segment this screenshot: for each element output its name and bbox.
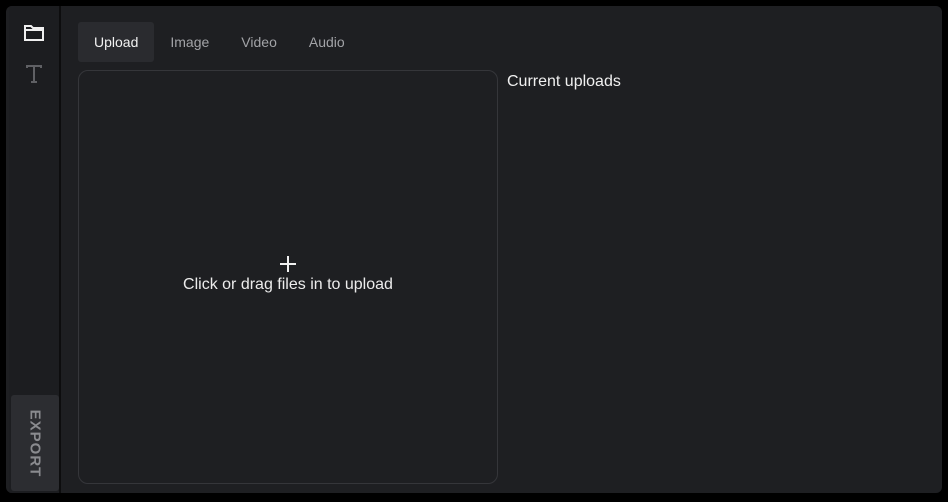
upload-dropzone[interactable]: Click or drag files in to upload: [78, 70, 498, 484]
sidebar: EXPORT: [9, 6, 61, 493]
tab-video[interactable]: Video: [225, 22, 293, 62]
current-uploads-heading: Current uploads: [507, 73, 621, 90]
tab-image[interactable]: Image: [154, 22, 225, 62]
text-icon[interactable]: [22, 62, 46, 86]
dropzone-content: Click or drag files in to upload: [79, 255, 497, 294]
editor-window: EXPORT Upload Image Video Audio Click or…: [6, 6, 942, 493]
export-label: EXPORT: [26, 409, 44, 477]
plus-icon: [280, 256, 296, 272]
tab-audio[interactable]: Audio: [293, 22, 361, 62]
media-tabs: Upload Image Video Audio: [78, 22, 361, 62]
folder-icon[interactable]: [22, 21, 46, 45]
dropzone-text: Click or drag files in to upload: [183, 276, 393, 293]
tab-upload[interactable]: Upload: [78, 22, 155, 62]
export-button[interactable]: EXPORT: [11, 395, 59, 491]
